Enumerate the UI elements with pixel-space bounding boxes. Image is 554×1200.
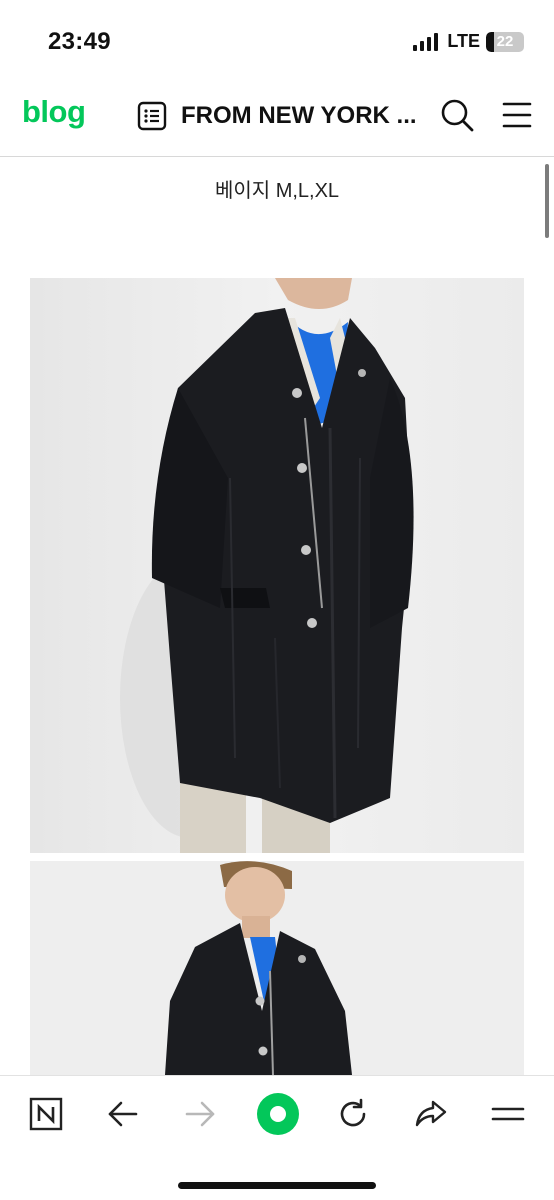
post-title[interactable]: FROM NEW YORK ... bbox=[181, 102, 423, 130]
status-bar: 23:49 LTE 22 bbox=[0, 0, 554, 80]
forward-button[interactable] bbox=[180, 1094, 220, 1134]
menu-icon bbox=[491, 1107, 525, 1121]
share-icon bbox=[415, 1100, 447, 1127]
naver-green-dot-icon bbox=[257, 1093, 299, 1135]
battery-icon: 22 bbox=[486, 31, 524, 52]
back-arrow-icon bbox=[108, 1101, 138, 1127]
product-photo-front[interactable] bbox=[30, 278, 524, 853]
coat-side-illustration bbox=[30, 861, 524, 1075]
blog-logo[interactable]: blog bbox=[22, 94, 86, 130]
status-indicators: LTE 22 bbox=[411, 31, 524, 52]
battery-level: 22 bbox=[496, 33, 514, 50]
toolbar-menu-button[interactable] bbox=[488, 1094, 528, 1134]
product-photo-side[interactable] bbox=[30, 861, 524, 1075]
post-caption: 베이지 M,L,XL bbox=[214, 180, 340, 202]
blog-header: blog FROM NEW YORK ... bbox=[0, 80, 554, 157]
post-list-icon[interactable] bbox=[137, 101, 167, 131]
network-label: LTE bbox=[447, 31, 480, 51]
browser-toolbar bbox=[0, 1075, 554, 1200]
coat-front-illustration bbox=[30, 278, 524, 853]
naver-home-button[interactable] bbox=[26, 1094, 66, 1134]
home-indicator[interactable] bbox=[178, 1182, 376, 1189]
blog-post-page: 23:49 LTE 22 blog FROM NEW YORK ... 베이지 … bbox=[0, 0, 554, 1200]
search-icon[interactable] bbox=[440, 98, 474, 132]
signal-icon bbox=[413, 32, 439, 51]
battery-fill bbox=[486, 31, 495, 52]
status-time: 23:49 bbox=[48, 28, 111, 55]
refresh-icon bbox=[340, 1098, 366, 1127]
back-button[interactable] bbox=[103, 1094, 143, 1134]
share-button[interactable] bbox=[411, 1094, 451, 1134]
menu-icon[interactable] bbox=[502, 100, 532, 130]
forward-arrow-icon bbox=[185, 1101, 215, 1127]
green-dot-button[interactable] bbox=[256, 1090, 300, 1138]
refresh-button[interactable] bbox=[333, 1094, 373, 1134]
naver-n-icon bbox=[29, 1097, 63, 1131]
